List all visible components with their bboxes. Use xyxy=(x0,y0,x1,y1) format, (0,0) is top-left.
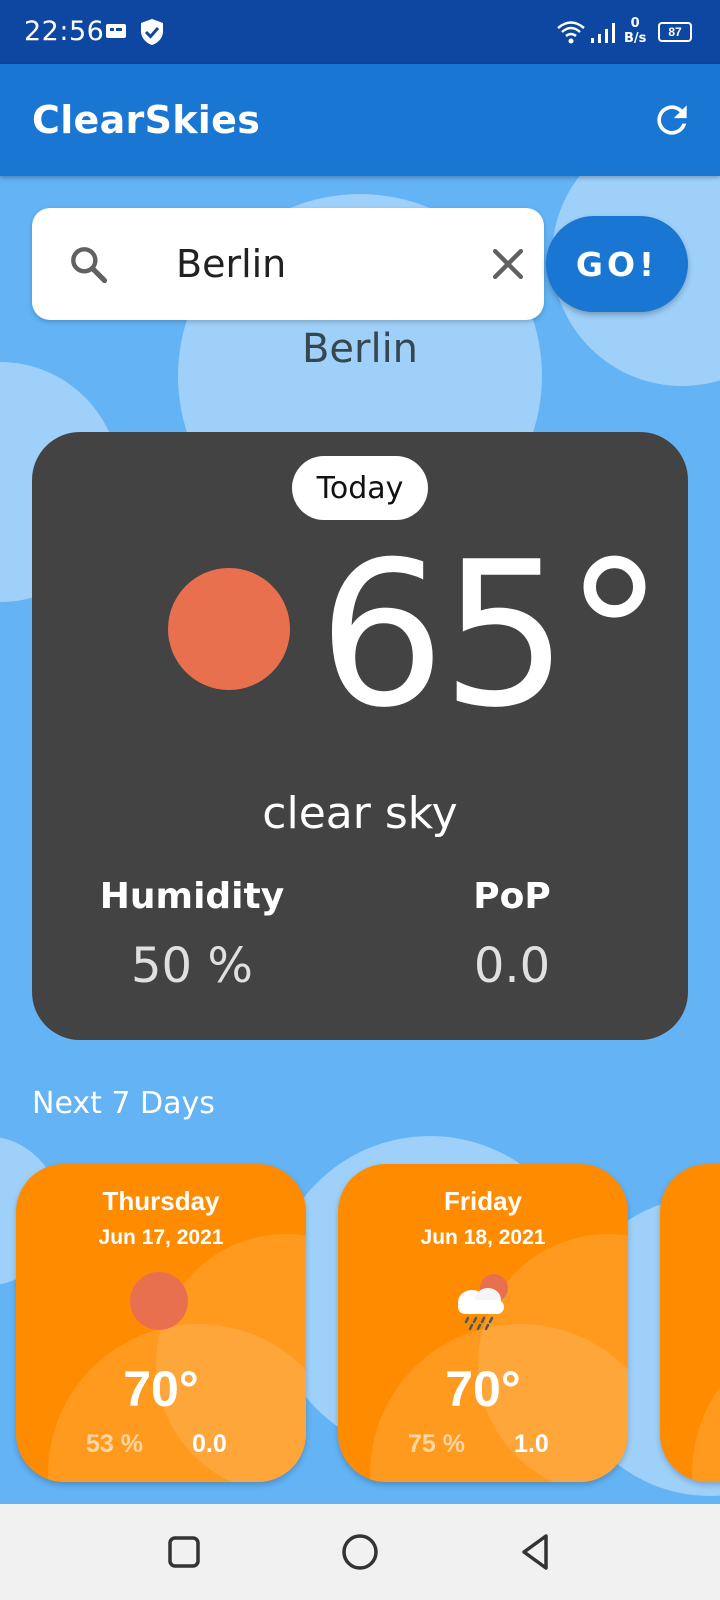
status-bar: 22:56 0 B/s 87 xyxy=(0,0,720,64)
recent-apps-icon[interactable] xyxy=(162,1530,206,1574)
forecast-pop: 0.0 xyxy=(192,1430,227,1458)
forecast-card-partial[interactable] xyxy=(660,1164,720,1482)
network-speed: 0 B/s xyxy=(624,16,646,46)
sun-icon xyxy=(168,568,290,690)
forecast-date: Jun 18, 2021 xyxy=(420,1226,546,1249)
humidity-label: Humidity xyxy=(99,876,285,917)
rain-cloud-sun-icon xyxy=(458,1274,508,1331)
wifi-icon xyxy=(557,21,585,44)
city-name: Berlin xyxy=(301,326,419,372)
pop-value: 0.0 xyxy=(473,938,551,994)
search-box xyxy=(32,208,544,320)
card-bubble xyxy=(692,1324,720,1482)
pop-label: PoP xyxy=(473,876,551,917)
forecast-card-friday[interactable]: Friday Jun 18, 2021 70° 75 % 1.0 xyxy=(338,1164,628,1482)
battery-icon: 87 xyxy=(658,22,692,42)
network-speed-value: 0 xyxy=(630,16,640,31)
network-speed-unit: B/s xyxy=(624,31,647,46)
sun-icon xyxy=(130,1272,188,1330)
home-icon[interactable] xyxy=(338,1530,382,1574)
weather-description: clear sky xyxy=(262,788,458,839)
navigation-bar xyxy=(0,1504,720,1600)
search-input[interactable] xyxy=(176,238,436,290)
message-icon xyxy=(106,24,126,38)
status-time: 22:56 xyxy=(24,16,105,47)
forecast-pop: 1.0 xyxy=(514,1430,549,1458)
battery-level: 87 xyxy=(668,25,682,39)
forecast-card-thursday[interactable]: Thursday Jun 17, 2021 70° 53 % 0.0 xyxy=(16,1164,306,1482)
forecast-day: Friday xyxy=(443,1186,523,1216)
forecast-date: Jun 17, 2021 xyxy=(98,1226,224,1249)
close-icon[interactable] xyxy=(486,242,530,286)
today-chip: Today xyxy=(292,456,428,520)
app-bar: ClearSkies xyxy=(0,64,720,176)
forecast-temperature: 70° xyxy=(445,1361,521,1417)
back-icon[interactable] xyxy=(514,1530,558,1574)
main-content: GO! Berlin Today 65° clear sky Humidity … xyxy=(0,176,720,1504)
current-temperature: 65° xyxy=(318,519,664,752)
refresh-icon[interactable] xyxy=(650,98,694,142)
today-card: Today 65° clear sky Humidity 50 % PoP 0.… xyxy=(32,432,688,1040)
app-title: ClearSkies xyxy=(32,98,261,142)
forecast-humidity: 53 % xyxy=(86,1430,143,1458)
signal-icon xyxy=(591,23,615,43)
forecast-temperature: 70° xyxy=(123,1361,199,1417)
shield-icon xyxy=(141,19,163,45)
forecast-day: Thursday xyxy=(102,1186,220,1216)
forecast-humidity: 75 % xyxy=(408,1430,465,1458)
humidity-value: 50 % xyxy=(131,938,253,994)
search-icon xyxy=(71,247,108,284)
forecast-title: Next 7 Days xyxy=(32,1086,215,1121)
go-button[interactable]: GO! xyxy=(546,216,688,312)
